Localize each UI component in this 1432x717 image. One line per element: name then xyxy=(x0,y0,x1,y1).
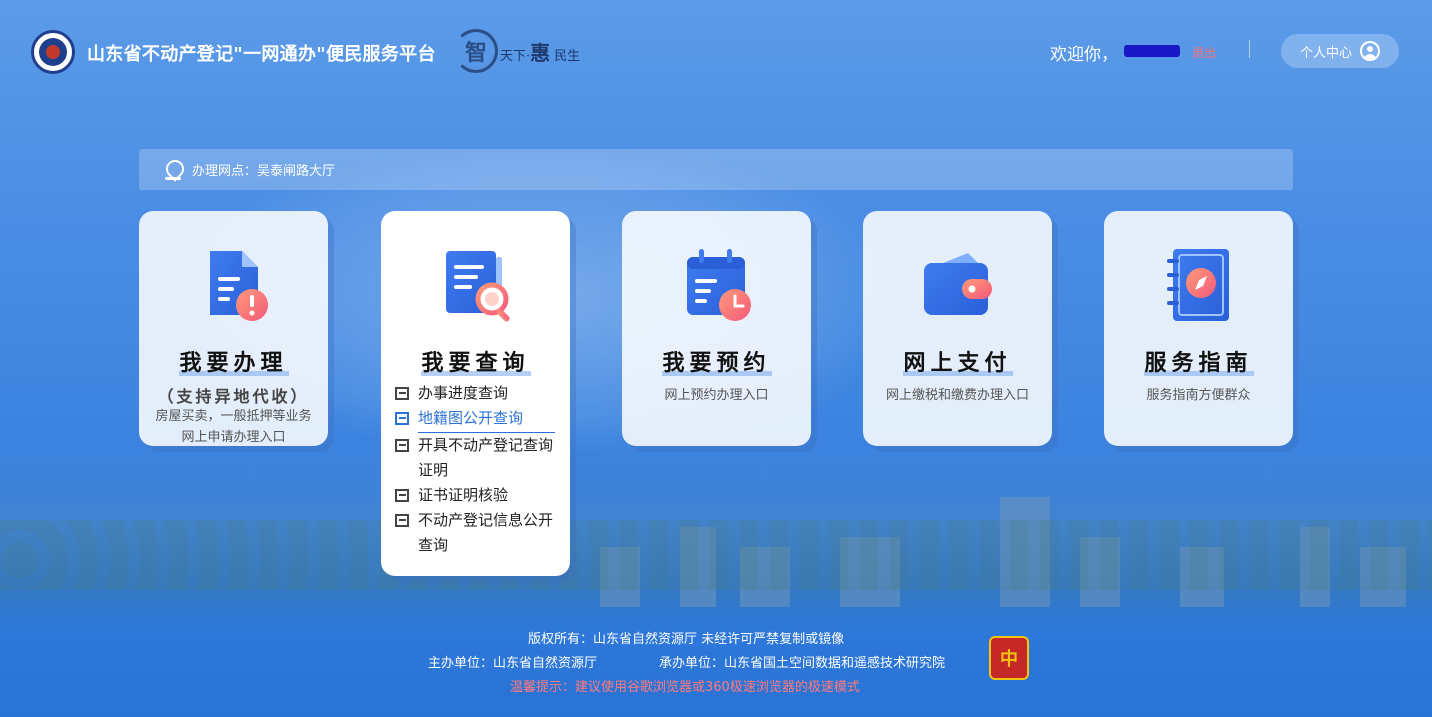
compass-guidebook-icon xyxy=(1166,249,1229,321)
location-label: 办理网点：吴泰闸路大厅 xyxy=(192,164,336,179)
list-icon xyxy=(395,514,409,527)
building-shape xyxy=(600,547,640,607)
user-center-label: 个人中心 xyxy=(1299,45,1352,61)
trees-background xyxy=(0,520,1432,590)
card-subtitle: （支持异地代收） xyxy=(157,387,310,406)
logout-link[interactable]: 退出 xyxy=(1192,44,1216,61)
card-description: 网上预约办理入口 xyxy=(664,388,769,403)
card-appointment[interactable]: 我要预约 网上预约办理入口 xyxy=(622,211,811,446)
location-pin-icon xyxy=(165,160,181,180)
party-government-badge-icon[interactable]: 中 xyxy=(989,636,1029,680)
list-icon xyxy=(395,439,409,452)
redacted-username xyxy=(1124,45,1180,57)
card-service-guide[interactable]: 服务指南 服务指南方便群众 xyxy=(1104,211,1293,446)
card-query[interactable]: 我要查询 办事进度查询 地籍图公开查询 开具不动产登记查询证明 证书证明核验 不… xyxy=(381,211,570,576)
card-title: 网上支付 xyxy=(863,345,1052,376)
document-search-icon xyxy=(445,251,510,322)
card-description: 网上缴税和缴费办理入口 xyxy=(885,388,1029,403)
slogan-part-a: 天下· xyxy=(500,48,531,64)
emblem-center xyxy=(39,38,67,66)
building-shape xyxy=(1000,497,1050,607)
building-shape xyxy=(1360,547,1406,607)
welcome-text: 欢迎你， xyxy=(1050,45,1118,65)
top-header: 山东省不动产登记"一网通办"便民服务平台 智 天下·惠 民生 欢迎你， 退出 个… xyxy=(0,0,1432,100)
list-icon xyxy=(395,412,409,425)
card-description: 服务指南方便群众 xyxy=(1146,388,1251,403)
provincial-emblem-icon[interactable] xyxy=(31,30,75,74)
slogan-part-b: 惠 xyxy=(530,40,551,65)
footer-organizer: 承办单位：山东省国土空间数据和遥感技术研究院 xyxy=(659,656,946,671)
city-skyline-background xyxy=(0,440,1432,630)
location-bar[interactable]: 办理网点：吴泰闸路大厅 xyxy=(139,149,1293,190)
card-title: 我要办理 xyxy=(139,345,328,376)
calendar-clock-icon xyxy=(686,249,751,321)
header-divider xyxy=(1249,40,1250,58)
query-item-cadastral-map[interactable]: 地籍图公开查询 xyxy=(395,406,557,433)
building-shape xyxy=(1080,537,1120,607)
footer-host: 主办单位：山东省自然资源厅 xyxy=(428,656,598,671)
card-description: 房屋买卖，一般抵押等业务网上申请办理入口 xyxy=(155,409,312,445)
card-title: 服务指南 xyxy=(1104,345,1293,376)
query-item-progress[interactable]: 办事进度查询 xyxy=(395,381,557,406)
query-menu: 办事进度查询 地籍图公开查询 开具不动产登记查询证明 证书证明核验 不动产登记信… xyxy=(395,381,557,558)
site-title[interactable]: 山东省不动产登记"一网通办"便民服务平台 xyxy=(87,40,436,66)
query-item-label: 地籍图公开查询 xyxy=(418,406,555,433)
query-item-label: 不动产登记信息公开查询 xyxy=(418,511,554,554)
slogan-part-c: 民生 xyxy=(554,48,581,64)
query-item-certificate[interactable]: 开具不动产登记查询证明 xyxy=(395,433,557,483)
wallet-icon xyxy=(923,253,992,315)
query-item-public-info[interactable]: 不动产登记信息公开查询 xyxy=(395,508,557,558)
building-shape xyxy=(1300,527,1330,607)
slogan-text: 天下·惠 民生 xyxy=(500,37,580,66)
query-item-label: 办事进度查询 xyxy=(418,384,509,402)
query-item-label: 开具不动产登记查询证明 xyxy=(418,436,554,479)
building-shape xyxy=(840,537,900,607)
document-warning-icon xyxy=(209,251,268,321)
query-item-verify[interactable]: 证书证明核验 xyxy=(395,483,557,508)
building-shape xyxy=(1180,547,1224,607)
slogan: 智 天下·惠 民生 xyxy=(454,26,580,76)
card-online-payment[interactable]: 网上支付 网上缴税和缴费办理入口 xyxy=(863,211,1052,446)
footer-browser-tip: 温馨提示：建议使用谷歌浏览器或360极速浏览器的极速模式 xyxy=(510,680,860,695)
slogan-logo-icon: 智 xyxy=(454,29,498,73)
card-handle-business[interactable]: 我要办理 （支持异地代收） 房屋买卖，一般抵押等业务网上申请办理入口 xyxy=(139,211,328,446)
footer-copyright: 版权所有：山东省自然资源厅 未经许可严禁复制或镜像 xyxy=(528,632,845,647)
card-title: 我要查询 xyxy=(381,345,570,376)
user-avatar-icon xyxy=(1360,41,1380,61)
list-icon xyxy=(395,387,409,400)
building-shape xyxy=(680,527,716,607)
user-center-button[interactable]: 个人中心 xyxy=(1281,34,1399,68)
building-shape xyxy=(740,547,790,607)
card-title: 我要预约 xyxy=(622,345,811,376)
list-icon xyxy=(395,489,409,502)
query-item-label: 证书证明核验 xyxy=(418,486,509,504)
